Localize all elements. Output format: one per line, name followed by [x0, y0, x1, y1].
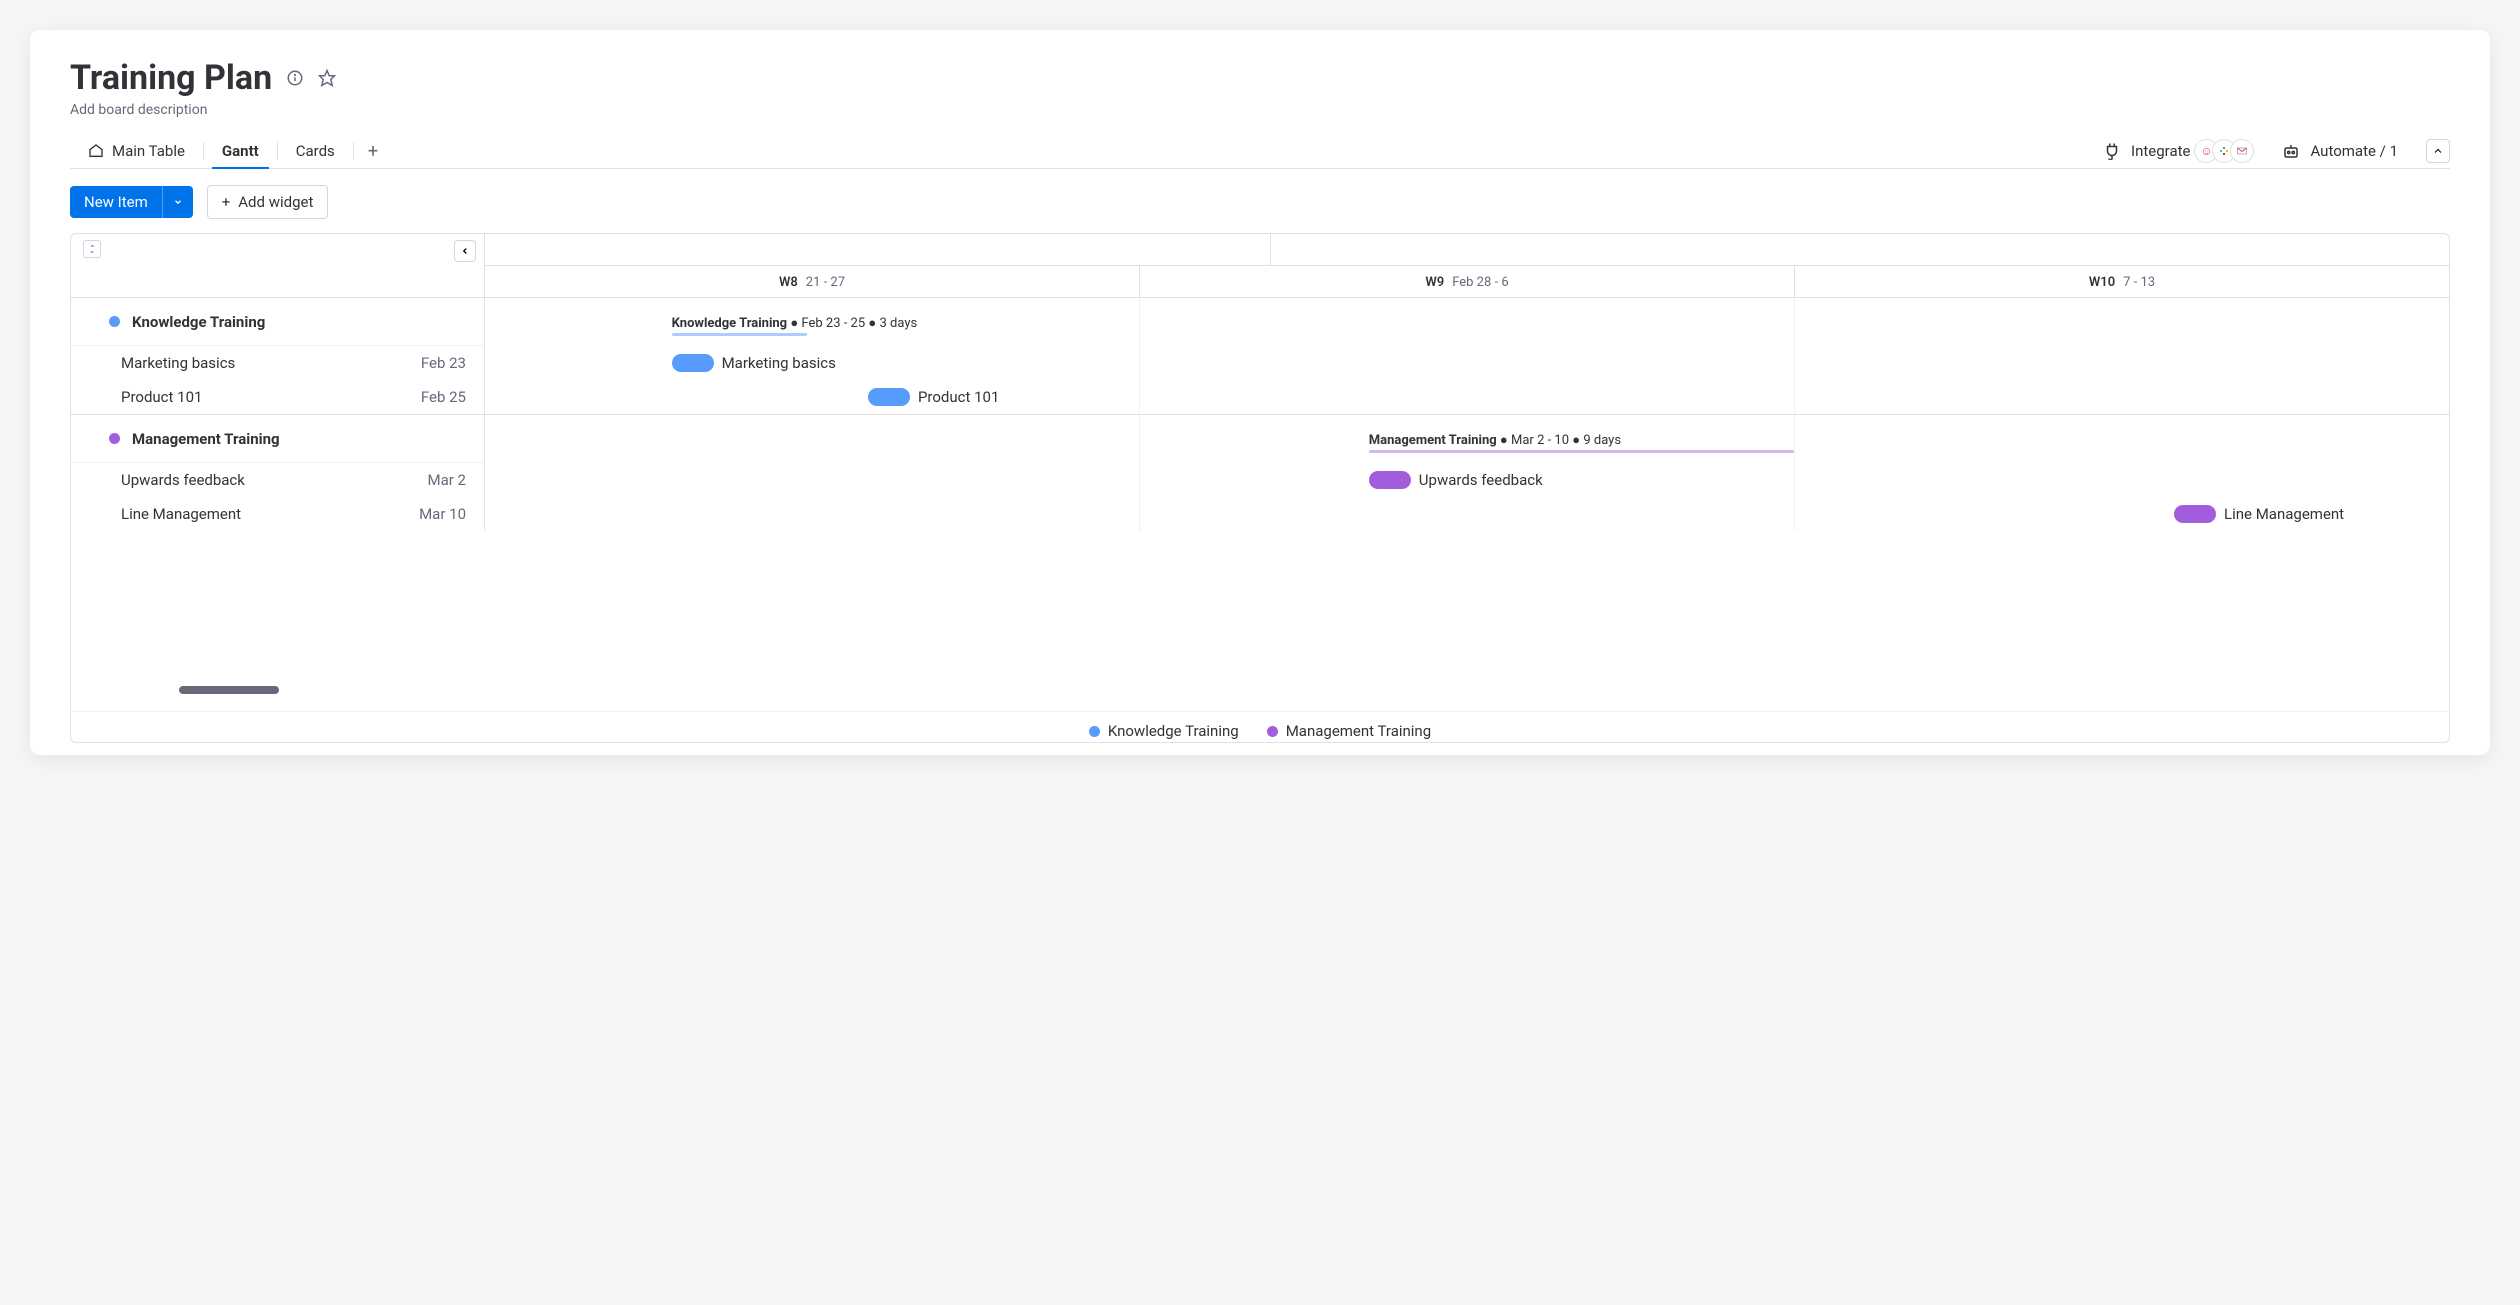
group-header[interactable]: Knowledge Training [71, 298, 484, 346]
task-row[interactable]: Line Management Mar 10 [71, 497, 484, 531]
timeline-body[interactable]: Knowledge Training ● Feb 23 - 25 ● 3 day… [485, 298, 2449, 531]
new-item-dropdown[interactable] [162, 186, 193, 218]
task-date: Mar 10 [419, 505, 466, 523]
task-row[interactable]: Product 101 Feb 25 [71, 380, 484, 414]
automate-label: Automate / 1 [2310, 142, 2398, 160]
group-block: Management Training Upwards feedback Mar… [71, 415, 484, 531]
new-item-label: New Item [70, 186, 162, 218]
group-color-dot [109, 316, 120, 327]
task-name: Product 101 [121, 388, 202, 406]
gantt-widget: ⌄⌄ W8 21 - 27 W9 F [70, 233, 2450, 743]
star-icon[interactable] [318, 69, 336, 87]
gantt-body: Knowledge Training Marketing basics Feb … [71, 298, 2449, 531]
task-date: Feb 23 [421, 354, 466, 372]
tab-gantt-label: Gantt [222, 142, 259, 160]
gantt-task-bar[interactable]: Line Management [2174, 504, 2344, 524]
board-container: Training Plan Add board description Main… [30, 30, 2490, 755]
title-row: Training Plan [70, 58, 2450, 98]
side-panel-header: ⌄⌄ [71, 234, 485, 297]
task-row[interactable]: Upwards feedback Mar 2 [71, 463, 484, 497]
group-summary-bar[interactable]: Knowledge Training ● Feb 23 - 25 ● 3 day… [672, 312, 918, 332]
tab-main-table[interactable]: Main Table [70, 134, 203, 168]
gantt-legend: Knowledge Training Management Training [71, 711, 2449, 742]
legend-color-dot [1267, 726, 1278, 737]
automate-button[interactable]: Automate / 1 [2282, 142, 2398, 160]
horizontal-scrollbar[interactable] [179, 686, 279, 694]
toolbar: New Item + Add widget [70, 185, 2450, 219]
task-name: Marketing basics [121, 354, 235, 372]
group-header[interactable]: Management Training [71, 415, 484, 463]
integrate-button[interactable]: Integrate ☺ [2103, 139, 2254, 163]
add-widget-button[interactable]: + Add widget [207, 185, 329, 219]
gmail-icon [2230, 139, 2254, 163]
tab-gantt[interactable]: Gantt [204, 134, 277, 168]
legend-item[interactable]: Management Training [1267, 722, 1431, 740]
gantt-task-bar[interactable]: Marketing basics [672, 353, 836, 373]
group-summary-bar[interactable]: Management Training ● Mar 2 - 10 ● 9 day… [1369, 429, 1621, 449]
timeline-week-header[interactable]: W10 7 - 13 [1795, 266, 2449, 298]
legend-color-dot [1089, 726, 1100, 737]
gantt-task-bar[interactable]: Product 101 [868, 387, 999, 407]
add-view-button[interactable]: + [354, 141, 392, 162]
timeline-week-header[interactable]: W8 21 - 27 [485, 266, 1140, 298]
timeline-week-header[interactable]: W9 Feb 28 - 6 [1140, 266, 1795, 298]
task-date: Mar 2 [428, 471, 467, 489]
gantt-task-bar[interactable]: Upwards feedback [1369, 470, 1543, 490]
new-item-button[interactable]: New Item [70, 186, 193, 218]
view-tabs: Main Table Gantt Cards + Integrate [70, 134, 2450, 169]
integrate-label: Integrate [2131, 142, 2190, 160]
integration-icons: ☺ [2200, 139, 2254, 163]
add-widget-label: Add widget [238, 193, 313, 211]
task-date: Feb 25 [421, 388, 466, 406]
tab-cards[interactable]: Cards [278, 134, 353, 168]
collapse-side-panel-button[interactable] [454, 240, 476, 262]
expand-collapse-all-button[interactable]: ⌄⌄ [83, 240, 101, 258]
board-description[interactable]: Add board description [70, 102, 2450, 118]
task-row[interactable]: Marketing basics Feb 23 [71, 346, 484, 380]
info-icon[interactable] [286, 69, 304, 87]
plus-icon: + [222, 193, 231, 211]
task-name: Line Management [121, 505, 241, 523]
legend-item[interactable]: Knowledge Training [1089, 722, 1239, 740]
tab-cards-label: Cards [296, 142, 335, 160]
task-name: Upwards feedback [121, 471, 245, 489]
group-block: Knowledge Training Marketing basics Feb … [71, 298, 484, 415]
board-title[interactable]: Training Plan [70, 58, 272, 98]
tab-main-table-label: Main Table [112, 142, 185, 160]
side-panel: Knowledge Training Marketing basics Feb … [71, 298, 485, 531]
gantt-header: ⌄⌄ W8 21 - 27 W9 F [71, 234, 2449, 298]
collapse-header-button[interactable] [2426, 139, 2450, 163]
group-color-dot [109, 433, 120, 444]
